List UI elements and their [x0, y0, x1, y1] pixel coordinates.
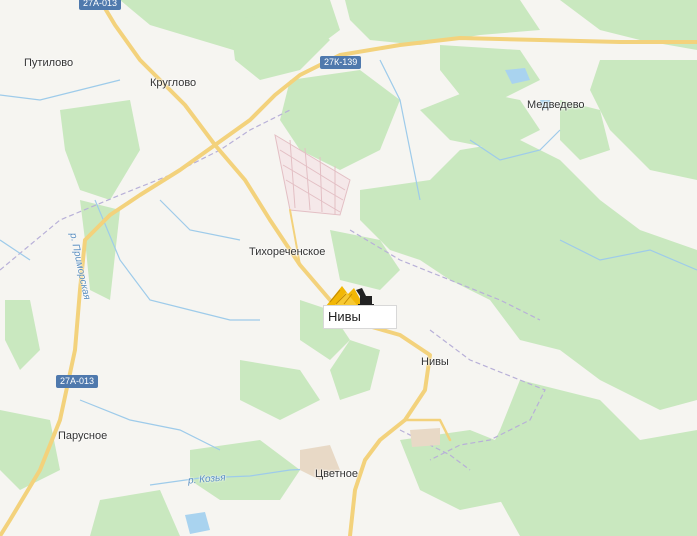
place-label-medvedevo[interactable]: Медведево: [527, 99, 585, 111]
poi-label-nivy[interactable]: Нивы: [323, 305, 397, 329]
place-label-putilovo[interactable]: Путилово: [24, 57, 73, 69]
place-label-tsvetnoe[interactable]: Цветное: [315, 468, 358, 480]
map-canvas[interactable]: 27А-013 27К-139 27А-013 Путилово Круглов…: [0, 0, 697, 536]
road-badge-27k139: 27К-139: [320, 56, 362, 69]
place-label-parusnoe[interactable]: Парусное: [58, 430, 107, 442]
place-label-nivy[interactable]: Нивы: [421, 356, 449, 368]
place-label-tikhorechenskoe[interactable]: Тихореченское: [249, 246, 325, 258]
road-badge-27a013-left: 27А-013: [56, 375, 99, 388]
place-label-kruglovo[interactable]: Круглово: [150, 77, 196, 89]
forest-areas: [0, 0, 697, 536]
road-badge-27a013-top: 27А-013: [79, 0, 122, 10]
map-base-layer: [0, 0, 697, 536]
